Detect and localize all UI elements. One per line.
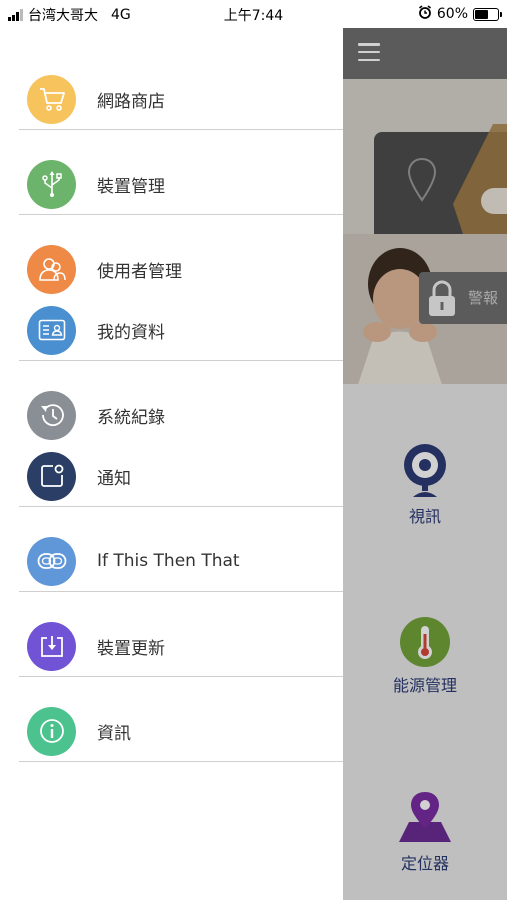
users-icon xyxy=(38,258,66,281)
drawer-item-online-store[interactable]: 網路商店 xyxy=(0,71,343,127)
clock: 上午7:44 xyxy=(223,8,284,24)
divider xyxy=(19,360,343,361)
drawer-item-label: 使用者管理 xyxy=(97,261,182,282)
battery-icon xyxy=(473,7,502,21)
divider xyxy=(19,506,343,507)
download-update-icon xyxy=(40,636,63,657)
drawer-item-icon-bg xyxy=(27,706,76,756)
shopping-cart-icon xyxy=(39,88,65,111)
divider xyxy=(19,676,343,677)
drawer-item-label: If This Then That xyxy=(97,551,240,571)
divider xyxy=(19,761,343,762)
drawer-item-notifications[interactable]: 通知 xyxy=(0,448,343,504)
info-icon xyxy=(39,719,64,743)
drawer-item-label: 裝置管理 xyxy=(97,176,165,197)
drawer-item-user-management[interactable]: 使用者管理 xyxy=(0,241,343,297)
drawer-item-device-update[interactable]: 裝置更新 xyxy=(0,618,343,674)
drawer-item-info[interactable]: 資訊 xyxy=(0,703,343,759)
drawer-item-my-profile[interactable]: 我的資料 xyxy=(0,302,343,358)
divider xyxy=(19,214,343,215)
drawer-item-icon-bg xyxy=(27,159,76,209)
alarm-clock-icon xyxy=(418,5,432,23)
notification-icon xyxy=(40,464,63,487)
drawer-item-icon-bg xyxy=(27,244,76,294)
drawer-item-icon-bg xyxy=(27,451,76,501)
drawer-item-device-management[interactable]: 裝置管理 xyxy=(0,156,343,212)
link-chain-icon xyxy=(37,553,66,569)
drawer-scrim[interactable] xyxy=(343,26,507,900)
drawer-item-label: 資訊 xyxy=(97,723,131,744)
navigation-drawer: 網路商店 裝置管理 使用者管理 我的資料 系統紀錄 通知 If This The… xyxy=(0,28,343,900)
drawer-item-icon-bg xyxy=(27,305,76,355)
status-bar: 台湾大哥大 4G 上午7:44 60% xyxy=(0,0,507,28)
drawer-item-icon-bg xyxy=(27,536,76,586)
drawer-item-icon-bg xyxy=(27,74,76,124)
battery-percent: 60% xyxy=(436,6,468,22)
usb-icon xyxy=(41,171,62,197)
history-clock-icon xyxy=(40,404,64,427)
drawer-item-ifttt[interactable]: If This Then That xyxy=(0,533,343,589)
divider xyxy=(19,591,343,592)
drawer-item-system-log[interactable]: 系統紀錄 xyxy=(0,387,343,443)
id-card-icon xyxy=(38,319,65,341)
drawer-item-label: 網路商店 xyxy=(97,91,165,112)
drawer-item-icon-bg xyxy=(27,390,76,440)
divider xyxy=(19,129,343,130)
drawer-item-label: 裝置更新 xyxy=(97,638,165,659)
drawer-item-label: 我的資料 xyxy=(97,322,165,343)
drawer-item-icon-bg xyxy=(27,621,76,671)
drawer-item-label: 系統紀錄 xyxy=(97,407,165,428)
drawer-item-label: 通知 xyxy=(97,468,131,489)
